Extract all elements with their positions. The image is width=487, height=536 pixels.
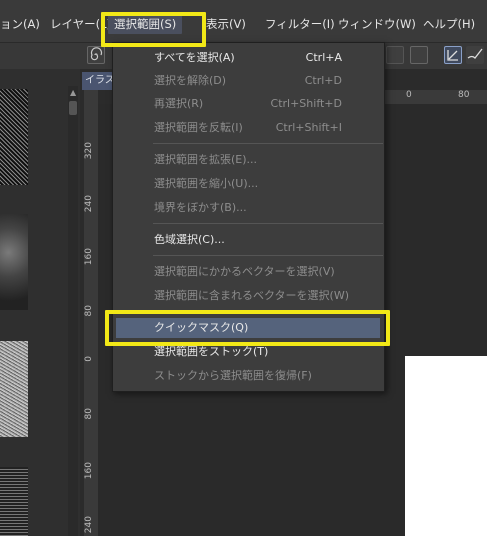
menu-item-select-all[interactable]: すべてを選択(A): [154, 48, 235, 68]
vertical-ruler: 320 240 160 80 0 80 160 240: [84, 90, 98, 536]
menu-separator: [153, 143, 383, 144]
menu-item-restore-selection[interactable]: ストックから選択範囲を復帰(F): [154, 366, 312, 386]
shortcut-label: Ctrl+D: [304, 74, 342, 87]
ruler-tick-label: 240: [84, 516, 94, 534]
layer-thumbnail[interactable]: [0, 214, 28, 310]
menu-item-reselect[interactable]: 再選択(R): [154, 94, 203, 114]
spiral-icon: [90, 47, 103, 61]
menu-item-feather-border[interactable]: 境界をぼかす(B)...: [154, 198, 247, 218]
menu-item-deselect[interactable]: 選択を解除(D): [154, 71, 226, 91]
spiral-tool-button[interactable]: [87, 46, 105, 64]
ruler-tick-label: 320: [84, 142, 94, 160]
menu-separator: [153, 223, 383, 224]
menu-layer[interactable]: レイヤー(L): [50, 14, 111, 34]
toolbar-button[interactable]: [386, 46, 404, 64]
ruler-tick-label: 160: [84, 248, 94, 266]
menu-help[interactable]: ヘルプ(H): [423, 14, 475, 34]
menu-item-color-range[interactable]: 色域選択(C)...: [154, 230, 225, 250]
ruler-tick-label: 80: [458, 90, 470, 100]
horizontal-ruler: 0 80: [380, 90, 487, 104]
panel-scrollbar-thumb[interactable]: [69, 101, 77, 115]
layer-thumbnail[interactable]: [0, 341, 28, 437]
shortcut-label: Ctrl+Shift+I: [275, 121, 342, 134]
menu-item-store-selection[interactable]: 選択範囲をストック(T): [154, 342, 268, 362]
menu-animation[interactable]: ョン(A): [0, 14, 40, 34]
ruler-tick-label: 160: [84, 462, 94, 480]
panel-scrollbar[interactable]: [68, 86, 78, 536]
selection-dropdown-menu: すべてを選択(A) Ctrl+A 選択を解除(D) Ctrl+D 再選択(R) …: [112, 42, 385, 392]
menu-item-invert-selection[interactable]: 選択範囲を反転(I): [154, 118, 243, 138]
ruler-tick-label: 0: [84, 356, 94, 362]
menu-view[interactable]: 表示(V): [206, 14, 246, 34]
ruler-tick-label: 80: [84, 305, 94, 317]
menu-item-shrink-selection[interactable]: 選択範囲を縮小(U)...: [154, 174, 258, 194]
menu-bar: ョン(A) レイヤー(L) 選択範囲(S) 表示(V) フィルター(I) ウィン…: [0, 0, 487, 43]
menu-separator: [153, 255, 383, 256]
check-tool-button[interactable]: [444, 46, 462, 64]
menu-separator: [153, 311, 383, 312]
brush-icon: [467, 48, 483, 59]
menu-item-select-vectors-contained[interactable]: 選択範囲に含まれるベクターを選択(W): [154, 286, 349, 306]
toolbar-square-button[interactable]: [410, 46, 428, 64]
shortcut-label: Ctrl+Shift+D: [270, 97, 342, 110]
scroll-up-icon[interactable]: ▲: [70, 88, 76, 97]
ruler-tick-label: 240: [84, 195, 94, 213]
menu-selection[interactable]: 選択範囲(S): [108, 14, 183, 34]
ruler-tick-label: 80: [84, 408, 94, 420]
menu-item-quick-mask[interactable]: クイックマスク(Q): [154, 318, 248, 338]
menu-item-expand-selection[interactable]: 選択範囲を拡張(E)...: [154, 150, 257, 170]
menu-window[interactable]: ウィンドウ(W): [338, 14, 416, 34]
ruler-tick-label: 0: [406, 90, 412, 100]
layer-thumbnail[interactable]: [0, 89, 28, 185]
menu-item-select-vectors-touching[interactable]: 選択範囲にかかるベクターを選択(V): [154, 262, 335, 282]
shortcut-label: Ctrl+A: [305, 51, 342, 64]
canvas-paper[interactable]: [405, 356, 487, 536]
brush-tool-button[interactable]: [466, 46, 484, 64]
layer-thumbnail[interactable]: [0, 467, 28, 536]
menu-filter[interactable]: フィルター(I): [265, 14, 335, 34]
check-icon: [447, 50, 458, 61]
